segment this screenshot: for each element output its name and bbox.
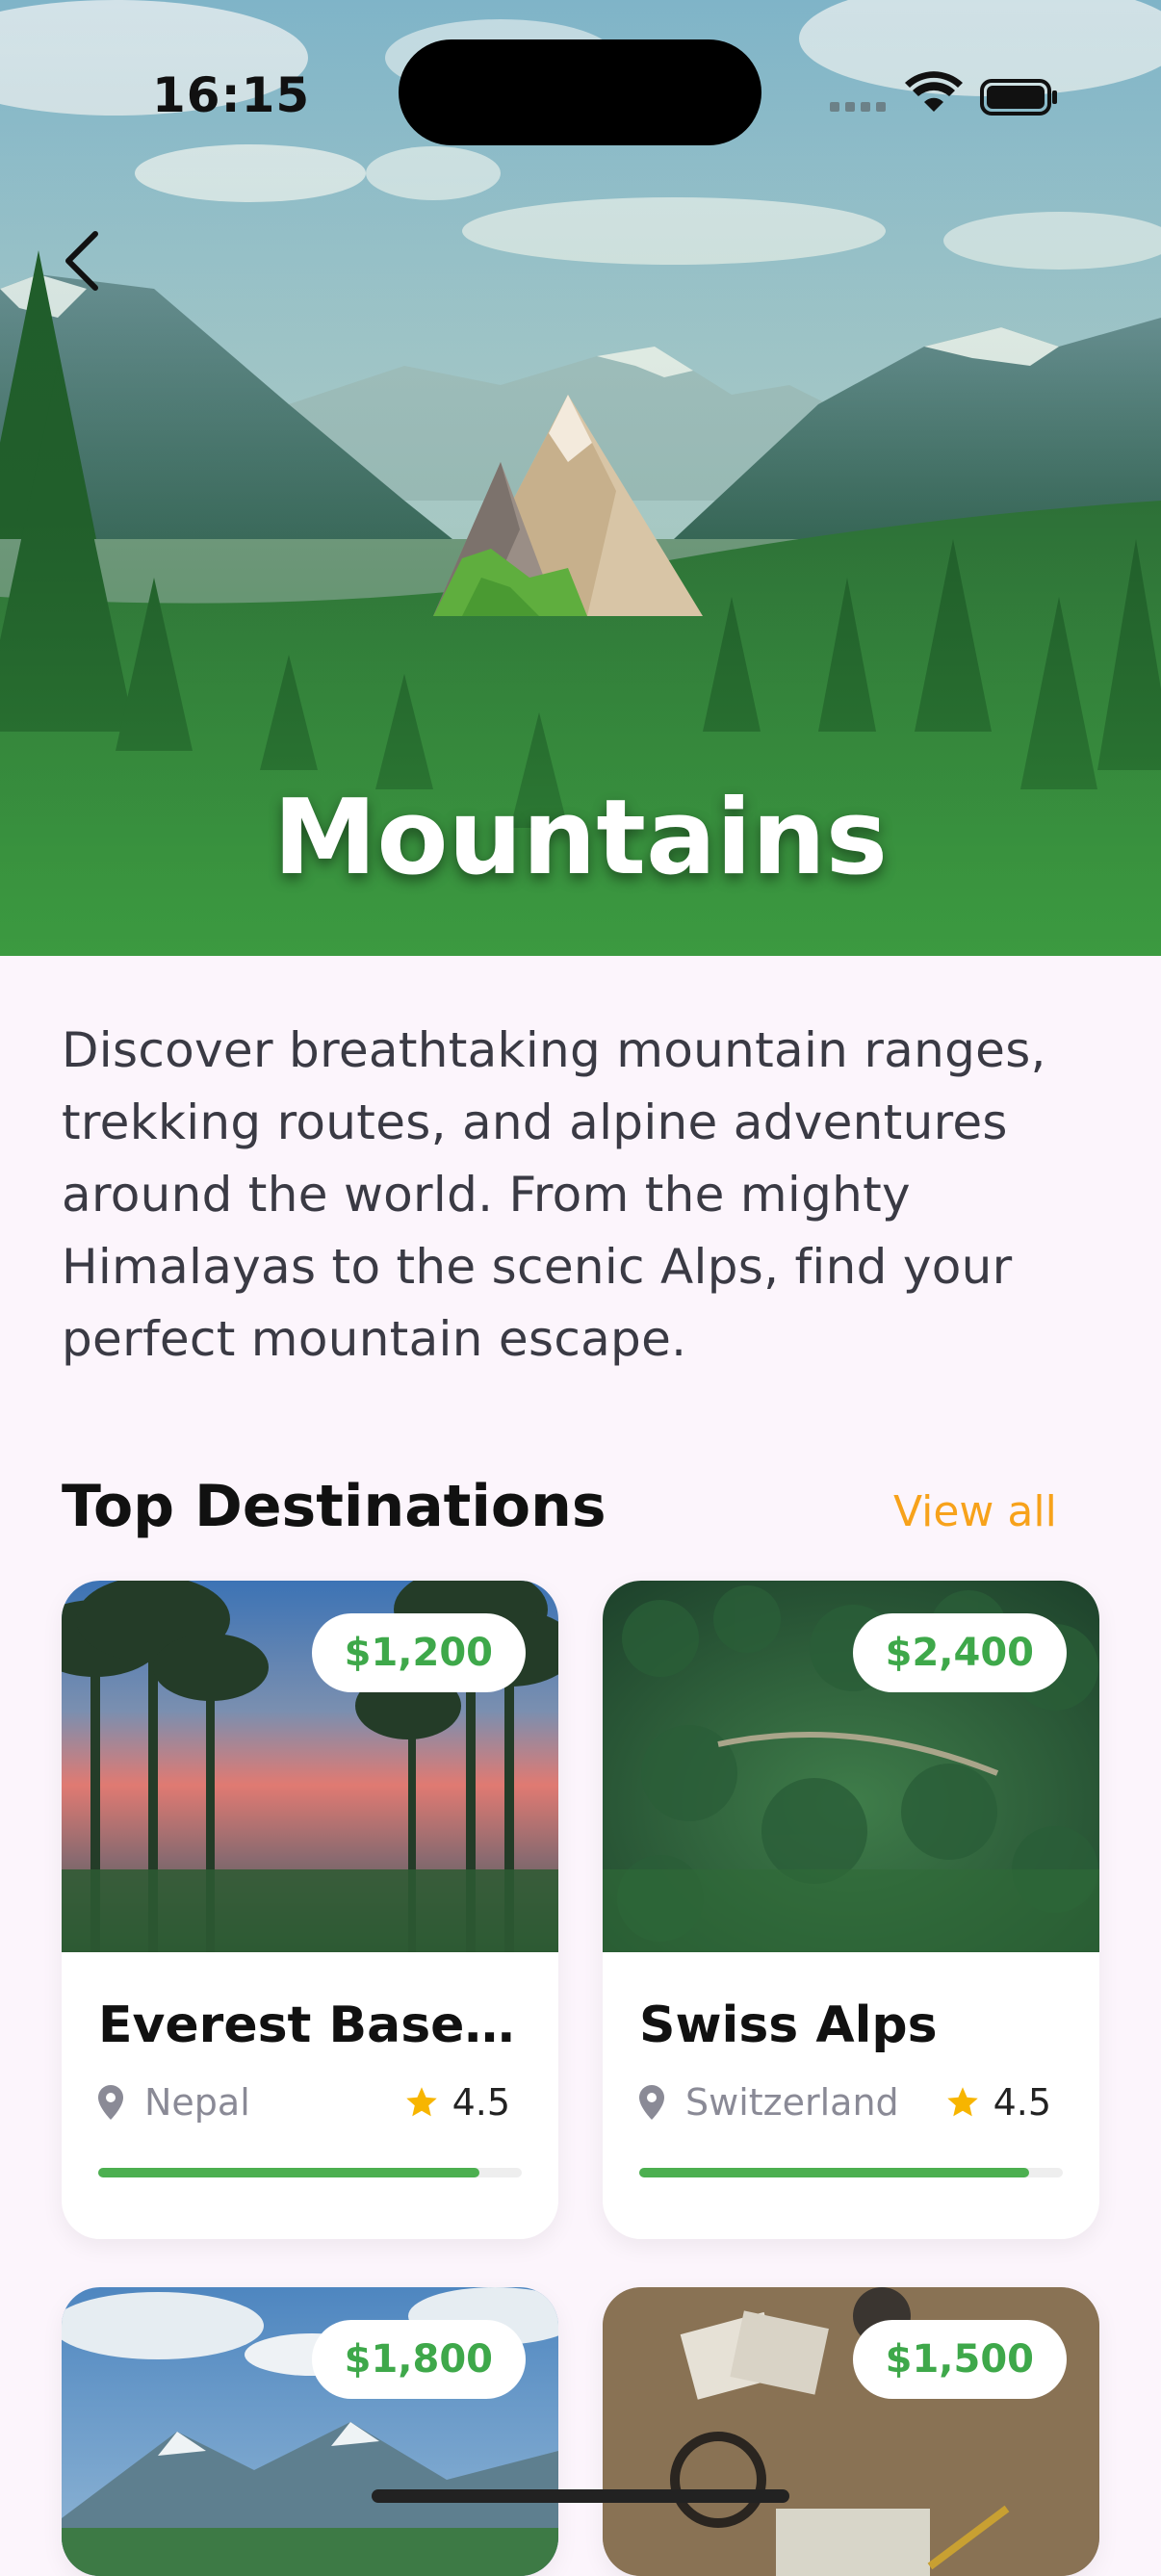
price-badge: $1,800 [311,2320,526,2399]
location-label: Nepal [144,2081,250,2124]
destination-card-swiss-alps[interactable]: $2,400 Swiss Alps Switzerland 4.5 [603,1581,1099,2239]
wifi-icon [905,71,963,112]
destination-card-3[interactable]: $1,800 [62,2287,558,2576]
hero-banner: 16:15 Mountains [0,0,1161,956]
rating-value: 4.5 [452,2081,510,2124]
status-time: 16:15 [152,67,311,123]
back-button[interactable] [48,218,116,304]
star-icon [946,2087,978,2117]
price-badge: $1,200 [311,1613,526,1692]
destination-card-everest[interactable]: $1,200 Everest Base Ca... Nepal 4.5 [62,1581,558,2239]
price-badge: $1,500 [852,2320,1067,2399]
section-title: Top Destinations [62,1473,606,1540]
rating: 4.5 [945,2081,1051,2124]
status-icons [830,71,1057,116]
progress-fill [98,2168,479,2177]
view-all-link[interactable]: View all [893,1487,1057,1536]
progress-bar [639,2168,1063,2177]
rating: 4.5 [404,2081,510,2124]
destination-location: Switzerland [639,2081,899,2124]
mountain-emoji-icon [433,395,703,616]
progress-fill [639,2168,1029,2177]
page-title: Mountains [272,778,889,898]
price-badge: $2,400 [852,1613,1067,1692]
cellular-signal-icon [830,102,886,112]
progress-bar [98,2168,522,2177]
chevron-left-icon [65,231,98,291]
battery-icon [980,79,1057,116]
destination-card-4[interactable]: $1,500 [603,2287,1099,2576]
home-indicator[interactable] [372,2489,789,2503]
location-label: Switzerland [685,2081,899,2124]
location-pin-icon [639,2085,664,2120]
destination-name: Swiss Alps [639,1996,938,2054]
destination-location: Nepal [98,2081,250,2124]
location-pin-icon [98,2085,123,2120]
rating-value: 4.5 [993,2081,1051,2124]
star-icon [405,2087,437,2117]
dynamic-island [399,39,761,145]
destination-name: Everest Base Ca... [98,1996,522,2054]
category-description: Discover breathtaking mountain ranges, t… [62,1022,1046,1367]
